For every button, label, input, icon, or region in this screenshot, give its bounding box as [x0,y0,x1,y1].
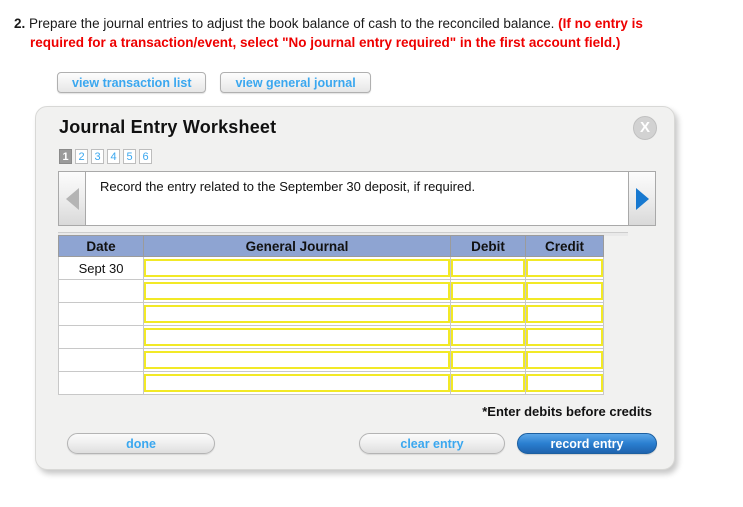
table-row: Sept 30 [57,256,605,280]
pager-page-1[interactable]: 1 [59,149,72,164]
question-warning-part-1: (If no entry is [558,16,643,31]
view-general-journal-button[interactable]: view general journal [220,72,371,93]
debit-cell [450,325,526,349]
general-journal-cell [143,256,452,280]
credit-cell [524,371,605,395]
date-cell [57,279,145,303]
record-entry-button[interactable]: record entry [517,433,657,454]
question-block: 2. Prepare the journal entries to adjust… [14,14,714,52]
worksheet-pager: 1 2 3 4 5 6 [59,149,152,164]
debit-input[interactable] [451,351,525,369]
question-line-2: required for a transaction/event, select… [14,33,714,52]
general-journal-input[interactable] [144,259,451,277]
general-journal-cell [143,325,452,349]
table-row [57,302,605,326]
credit-cell [524,302,605,326]
debit-cell [450,279,526,303]
table-row [57,325,605,349]
view-transaction-list-button[interactable]: view transaction list [57,72,207,93]
debit-input[interactable] [451,374,525,392]
credit-input[interactable] [525,351,603,369]
credit-cell [524,348,605,372]
instruction-text: Record the entry related to the Septembe… [100,179,476,194]
close-icon[interactable]: X [633,116,657,140]
instruction-strip: Record the entry related to the Septembe… [58,171,656,226]
question-line-1: 2. Prepare the journal entries to adjust… [14,14,714,33]
pager-page-5[interactable]: 5 [123,149,136,164]
pager-page-2[interactable]: 2 [75,149,88,164]
triangle-left-glyph [65,187,79,210]
date-cell: Sept 30 [57,256,145,280]
debit-input[interactable] [451,259,525,277]
general-journal-input[interactable] [144,374,451,392]
journal-entry-table: Date General Journal Debit Credit Sept 3… [57,235,605,395]
date-cell [57,371,145,395]
triangle-left-icon[interactable] [59,172,86,225]
general-journal-input[interactable] [144,282,451,300]
general-journal-cell [143,371,452,395]
general-journal-cell [143,348,452,372]
done-button[interactable]: done [67,433,215,454]
general-journal-cell [143,302,452,326]
column-header-date: Date [57,235,145,257]
top-button-group: view transaction list view general journ… [57,72,371,93]
credit-input[interactable] [525,374,603,392]
table-header-row: Date General Journal Debit Credit [57,235,605,257]
general-journal-input[interactable] [144,305,451,323]
column-header-general-journal: General Journal [143,235,452,257]
credit-cell [524,325,605,349]
date-cell [57,302,145,326]
question-text: Prepare the journal entries to adjust th… [29,16,555,31]
debit-input[interactable] [451,328,525,346]
debit-input[interactable] [451,282,525,300]
credit-input[interactable] [525,328,603,346]
triangle-right-icon[interactable] [628,172,655,225]
debit-cell [450,302,526,326]
question-warning-part-2: required for a transaction/event, select… [30,35,621,50]
date-cell [57,348,145,372]
journal-entry-worksheet-panel: Journal Entry Worksheet X 1 2 3 4 5 6 Re… [35,106,675,470]
column-header-debit: Debit [450,235,526,257]
clear-entry-button[interactable]: clear entry [359,433,505,454]
pager-page-3[interactable]: 3 [91,149,104,164]
credit-input[interactable] [525,282,603,300]
pager-page-6[interactable]: 6 [139,149,152,164]
debit-cell [450,256,526,280]
table-row [57,348,605,372]
general-journal-input[interactable] [144,328,451,346]
credit-input[interactable] [525,259,603,277]
pager-page-4[interactable]: 4 [107,149,120,164]
credit-cell [524,279,605,303]
panel-title: Journal Entry Worksheet [59,117,277,137]
debit-cell [450,371,526,395]
debit-cell [450,348,526,372]
general-journal-input[interactable] [144,351,451,369]
question-number: 2. [14,16,26,31]
enter-debits-before-credits-note: *Enter debits before credits [482,404,652,419]
credit-input[interactable] [525,305,603,323]
table-row [57,371,605,395]
column-header-credit: Credit [524,235,605,257]
debit-input[interactable] [451,305,525,323]
triangle-right-glyph [635,187,649,210]
table-row [57,279,605,303]
date-cell [57,325,145,349]
general-journal-cell [143,279,452,303]
credit-cell [524,256,605,280]
